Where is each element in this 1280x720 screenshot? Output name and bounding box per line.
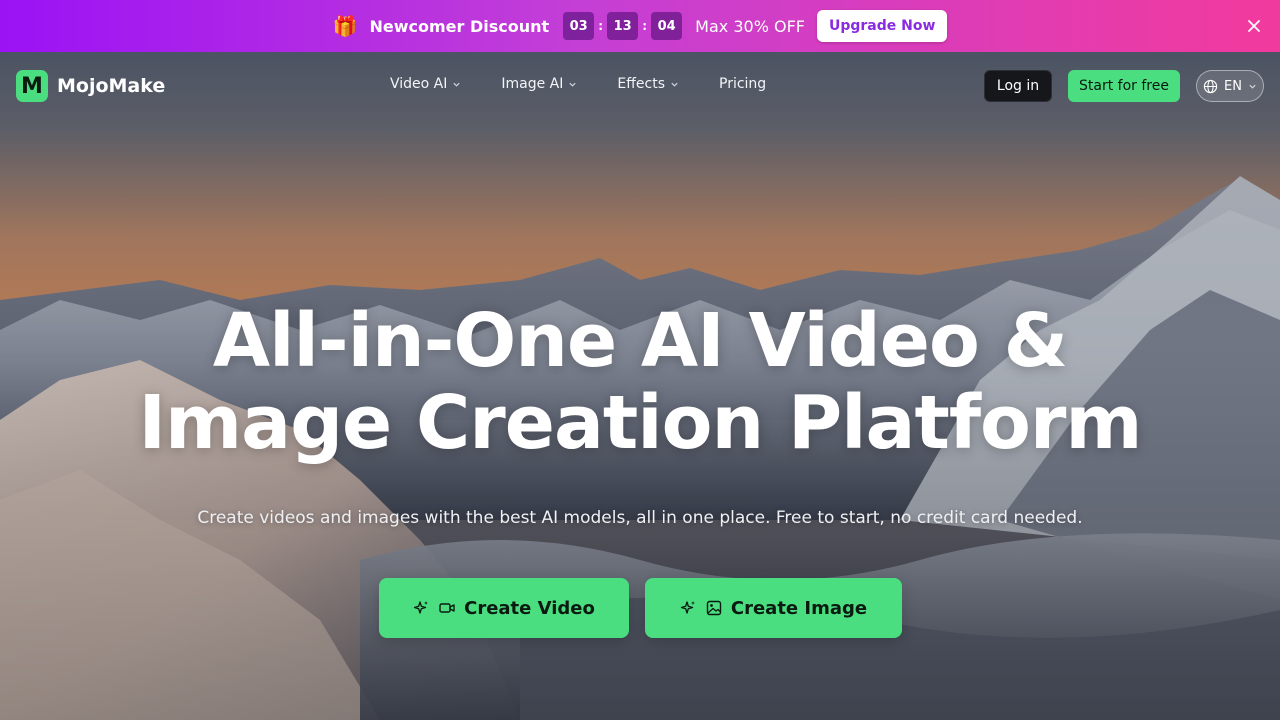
promo-title: Newcomer Discount <box>369 16 550 36</box>
hero-title-line: Image Creation Platform <box>138 380 1143 466</box>
brand-name: MojoMake <box>57 75 166 97</box>
create-video-button[interactable]: Create Video <box>378 578 629 638</box>
chevron-down-icon <box>453 82 461 87</box>
nav-item-label: Video AI <box>390 76 448 92</box>
hero-section: All-in-One AI Video & Image Creation Pla… <box>0 300 1280 638</box>
chevron-down-icon <box>569 82 577 87</box>
hero-title: All-in-One AI Video & Image Creation Pla… <box>0 300 1280 464</box>
hero-title-line: All-in-One AI Video & <box>212 298 1068 384</box>
nav-item-label: Effects <box>617 76 665 92</box>
nav-item-video-ai[interactable]: Video AI <box>390 76 461 92</box>
gift-icon: 🎁 <box>332 14 358 38</box>
promo-offer: Max 30% OFF <box>695 16 805 36</box>
top-navigation: M MojoMake Video AI Image AI Effects Pri… <box>0 52 1280 120</box>
video-camera-icon <box>439 603 455 613</box>
globe-icon <box>1203 79 1218 93</box>
logo[interactable]: M MojoMake <box>16 70 165 102</box>
chevron-down-icon <box>671 82 678 87</box>
sparkle-icon <box>413 601 429 614</box>
create-image-label: Create Image <box>730 597 868 619</box>
language-label: EN <box>1224 78 1242 94</box>
start-for-free-button[interactable]: Start for free <box>1068 70 1180 102</box>
main-menu: Video AI Image AI Effects Pricing <box>390 76 766 92</box>
chevron-down-icon <box>1249 84 1256 89</box>
login-button[interactable]: Log in <box>984 70 1052 102</box>
countdown-seconds: 04 <box>651 12 683 40</box>
language-selector[interactable]: EN <box>1196 70 1264 102</box>
create-video-label: Create Video <box>464 597 595 619</box>
close-icon[interactable] <box>1244 16 1264 36</box>
nav-item-effects[interactable]: Effects <box>617 76 679 92</box>
promo-banner: 🎁 Newcomer Discount 03 : 13 : 04 Max 30%… <box>0 0 1280 52</box>
countdown-hours: 03 <box>563 12 595 40</box>
logo-mark: M <box>16 70 48 102</box>
hero-subtitle: Create videos and images with the best A… <box>197 508 1083 528</box>
nav-item-image-ai[interactable]: Image AI <box>501 76 577 92</box>
nav-item-pricing[interactable]: Pricing <box>719 76 766 92</box>
nav-item-label: Image AI <box>501 76 564 92</box>
countdown-minutes: 13 <box>607 12 639 40</box>
create-image-button[interactable]: Create Image <box>644 578 902 638</box>
upgrade-now-button[interactable]: Upgrade Now <box>816 10 948 42</box>
countdown-separator: : <box>642 19 648 33</box>
countdown-separator: : <box>598 19 604 33</box>
nav-item-label: Pricing <box>719 76 767 92</box>
image-icon <box>706 600 722 616</box>
sparkle-icon <box>680 601 695 614</box>
cta-row: Create Video Create Image <box>0 578 1280 638</box>
